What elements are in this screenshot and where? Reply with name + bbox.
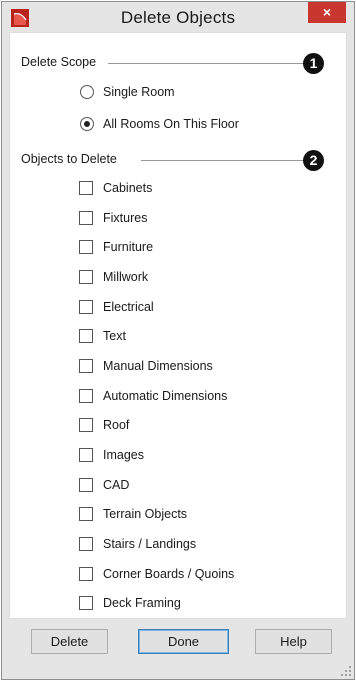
checkbox[interactable]: [79, 389, 93, 403]
checkbox-manual-dimensions[interactable]: Manual Dimensions: [79, 357, 213, 375]
checkbox-automatic-dimensions[interactable]: Automatic Dimensions: [79, 387, 227, 405]
checkbox-cad[interactable]: CAD: [79, 476, 129, 494]
checkbox-label: Text: [103, 329, 126, 343]
checkbox-label: Electrical: [103, 300, 154, 314]
checkbox[interactable]: [79, 507, 93, 521]
callout-2-badge: 2: [303, 150, 324, 171]
radio-all-rooms-on-this-floor[interactable]: All Rooms On This Floor: [80, 115, 239, 133]
window-title: Delete Objects: [120, 8, 236, 27]
checkbox-label: Millwork: [103, 270, 149, 284]
checkbox[interactable]: [79, 537, 93, 551]
checkbox[interactable]: [79, 270, 93, 284]
done-button[interactable]: Done: [138, 629, 229, 654]
radio-label: All Rooms On This Floor: [103, 117, 239, 131]
checkbox-label: CAD: [103, 478, 130, 492]
checkbox-images[interactable]: Images: [79, 446, 144, 464]
checkbox[interactable]: [79, 567, 93, 581]
delete-objects-dialog: Delete Objects × Delete Scope 1 Single R…: [1, 1, 355, 680]
checkbox-corner-boards-quoins[interactable]: Corner Boards / Quoins: [79, 565, 234, 583]
checkbox[interactable]: [79, 596, 93, 610]
checkbox-label: Corner Boards / Quoins: [103, 567, 235, 581]
checkbox[interactable]: [79, 329, 93, 343]
delete-button[interactable]: Delete: [31, 629, 108, 654]
checkbox-stairs-landings[interactable]: Stairs / Landings: [79, 535, 196, 553]
objects-to-delete-divider: [141, 160, 303, 161]
checkbox-millwork[interactable]: Millwork: [79, 268, 148, 286]
checkbox-label: Terrain Objects: [103, 507, 188, 521]
checkbox-label: Furniture: [103, 240, 154, 254]
checkbox[interactable]: [79, 300, 93, 314]
checkbox-label: Images: [103, 448, 144, 462]
checkbox[interactable]: [79, 240, 93, 254]
checkbox[interactable]: [79, 359, 93, 373]
callout-1-badge: 1: [303, 53, 324, 74]
delete-scope-divider: [108, 63, 303, 64]
checkbox-terrain-objects[interactable]: Terrain Objects: [79, 505, 187, 523]
resize-grip-icon[interactable]: [341, 666, 351, 676]
checkbox-label: Manual Dimensions: [103, 359, 213, 373]
checkbox[interactable]: [79, 418, 93, 432]
checkbox-label: Deck Framing: [103, 596, 181, 610]
checkbox[interactable]: [79, 478, 93, 492]
checkbox[interactable]: [79, 181, 93, 195]
title-bar[interactable]: Delete Objects ×: [2, 2, 354, 32]
checkbox[interactable]: [79, 211, 93, 225]
checkbox-fixtures[interactable]: Fixtures: [79, 209, 147, 227]
checkbox-electrical[interactable]: Electrical: [79, 298, 154, 316]
radio-label: Single Room: [103, 85, 175, 99]
radio-button[interactable]: [80, 85, 94, 99]
delete-scope-label: Delete Scope: [21, 55, 97, 69]
checkbox-label: Stairs / Landings: [103, 537, 197, 551]
checkbox-label: Automatic Dimensions: [103, 389, 228, 403]
checkbox-label: Fixtures: [103, 211, 148, 225]
checkbox-text[interactable]: Text: [79, 327, 126, 345]
checkbox-label: Roof: [103, 418, 130, 432]
checkbox-furniture[interactable]: Furniture: [79, 238, 153, 256]
close-button[interactable]: ×: [308, 2, 346, 23]
checkbox[interactable]: [79, 448, 93, 462]
checkbox-roof[interactable]: Roof: [79, 416, 129, 434]
objects-to-delete-label: Objects to Delete: [21, 152, 117, 166]
checkbox-deck-framing[interactable]: Deck Framing: [79, 594, 181, 612]
options-panel: Delete Scope 1 Single Room All Rooms On …: [9, 32, 347, 619]
help-button[interactable]: Help: [255, 629, 332, 654]
checkbox-label: Cabinets: [103, 181, 153, 195]
checkbox-cabinets[interactable]: Cabinets: [79, 179, 152, 197]
radio-single-room[interactable]: Single Room: [80, 83, 175, 101]
radio-button-selected[interactable]: [80, 117, 94, 131]
